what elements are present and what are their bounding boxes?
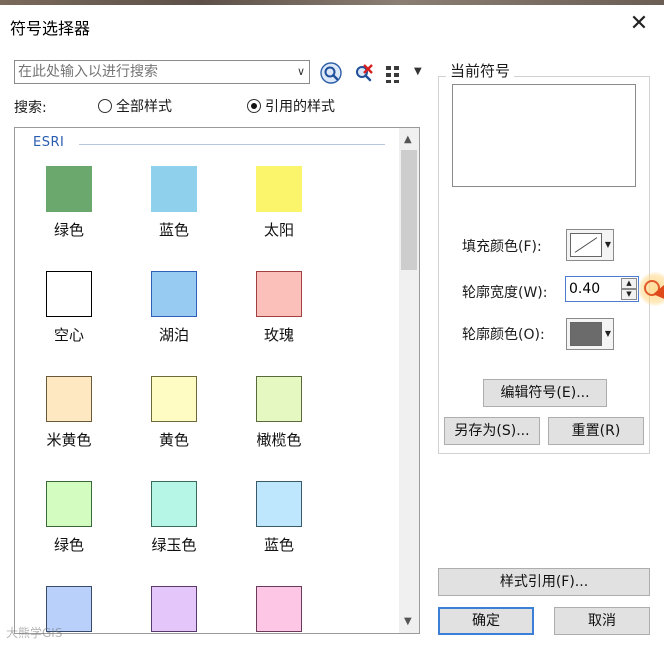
symbol-tile[interactable]: 绿色 [29, 166, 109, 240]
symbol-name: 绿色 [53, 536, 84, 554]
symbol-swatch [151, 481, 197, 527]
symbol-swatch [151, 166, 197, 212]
symbol-swatch [256, 271, 302, 317]
symbol-swatch [256, 376, 302, 422]
symbol-name: 绿玉色 [151, 536, 197, 554]
group-divider [79, 144, 385, 145]
symbol-tile[interactable]: 太阳 [239, 166, 319, 240]
symbol-name: 玫瑰 [263, 326, 294, 344]
symbol-name: 蓝色 [158, 221, 189, 239]
symbol-swatch [46, 166, 92, 212]
spin-up-icon[interactable]: ▲ [621, 278, 637, 289]
scroll-up-icon[interactable]: ▲ [404, 134, 412, 145]
ok-button[interactable]: 确定 [438, 607, 534, 635]
symbol-name: 米黄色 [46, 431, 92, 449]
symbol-tile[interactable]: 湖泊 [134, 271, 214, 345]
radio-all-styles[interactable]: 全部样式 [98, 96, 172, 116]
symbol-name: 绿色 [53, 221, 84, 239]
symbol-swatch [256, 481, 302, 527]
dialog-title: 符号选择器 [10, 19, 91, 38]
outline-width-label: 轮廓宽度(W): [462, 285, 548, 301]
save-as-button[interactable]: 另存为(S)... [444, 417, 540, 445]
symbol-tile[interactable] [134, 586, 214, 633]
symbol-tile[interactable]: 黄色 [134, 376, 214, 450]
watermark: 大熊学GIS [6, 626, 63, 640]
symbol-swatch [256, 586, 302, 632]
search-input[interactable] [18, 62, 286, 82]
search-combo[interactable]: ∨ [14, 60, 310, 84]
chevron-down-icon[interactable]: ▼ [605, 329, 611, 338]
spin-down-icon[interactable]: ▼ [621, 289, 637, 300]
close-icon[interactable]: ✕ [624, 9, 654, 39]
search-icon[interactable] [320, 62, 342, 84]
radio-referenced-styles-label: 引用的样式 [265, 99, 335, 115]
symbol-swatch [151, 271, 197, 317]
style-references-button[interactable]: 样式引用(F)... [438, 568, 650, 596]
symbol-swatch [256, 166, 302, 212]
symbol-name: 太阳 [263, 221, 294, 239]
symbol-tile[interactable]: 绿玉色 [134, 481, 214, 555]
scroll-down-icon[interactable]: ▼ [404, 616, 412, 627]
mouse-cursor-highlight [638, 272, 664, 306]
symbol-tile[interactable]: 米黄色 [29, 376, 109, 450]
symbol-name: 蓝色 [263, 536, 294, 554]
symbol-swatch [151, 586, 197, 632]
symbol-swatch [151, 376, 197, 422]
title-bar: 符号选择器 ✕ [0, 5, 664, 43]
grid-view-icon[interactable] [384, 63, 406, 85]
current-symbol-title: 当前符号 [446, 60, 515, 81]
chevron-down-icon[interactable]: ∨ [297, 65, 305, 78]
vertical-scrollbar[interactable]: ▲ ▼ [399, 128, 419, 633]
radio-indicator-selected[interactable] [247, 99, 261, 113]
outline-color-label: 轮廓颜色(O): [462, 327, 545, 343]
symbol-tile[interactable]: 绿色 [29, 481, 109, 555]
symbol-swatch [46, 481, 92, 527]
outline-color-picker[interactable]: ▼ [566, 318, 614, 350]
edit-symbol-button[interactable]: 编辑符号(E)... [483, 379, 607, 407]
search-scope-label: 搜索: [14, 100, 47, 116]
symbol-preview [452, 84, 636, 187]
symbol-swatch [46, 376, 92, 422]
no-color-icon [570, 233, 602, 257]
symbol-swatch [46, 271, 92, 317]
fill-color-picker[interactable]: ▼ [566, 229, 614, 261]
outline-width-stepper[interactable]: ▲ ▼ [565, 276, 639, 302]
symbol-tile[interactable]: 蓝色 [239, 481, 319, 555]
cancel-button[interactable]: 取消 [554, 607, 650, 635]
view-dropdown-icon[interactable]: ▼ [414, 66, 422, 77]
group-header: ESRI [33, 135, 65, 150]
outline-width-input[interactable] [569, 279, 617, 299]
reset-button[interactable]: 重置(R) [548, 417, 644, 445]
symbol-tile[interactable] [239, 586, 319, 633]
symbol-tile[interactable]: 玫瑰 [239, 271, 319, 345]
symbol-name: 橄榄色 [256, 431, 302, 449]
outline-color-swatch [570, 322, 602, 346]
symbol-tile[interactable]: 空心 [29, 271, 109, 345]
symbol-tile[interactable]: 橄榄色 [239, 376, 319, 450]
symbol-gallery[interactable]: ESRI 绿色 蓝色 太阳 空心 湖泊 玫瑰 米黄色 黄色 橄榄色 绿色 绿玉色 蓝色 ▲ ▼ [14, 127, 420, 634]
fill-color-label: 填充颜色(F): [462, 239, 542, 255]
radio-referenced-styles[interactable]: 引用的样式 [247, 96, 335, 116]
radio-indicator[interactable] [98, 99, 112, 113]
symbol-name: 黄色 [158, 431, 189, 449]
symbol-name: 湖泊 [158, 326, 189, 344]
chevron-down-icon[interactable]: ▼ [605, 240, 611, 249]
scroll-thumb[interactable] [401, 150, 417, 270]
symbol-name: 空心 [53, 326, 84, 344]
symbol-tile[interactable]: 蓝色 [134, 166, 214, 240]
clear-search-icon[interactable] [352, 62, 374, 84]
radio-all-styles-label: 全部样式 [116, 99, 172, 115]
